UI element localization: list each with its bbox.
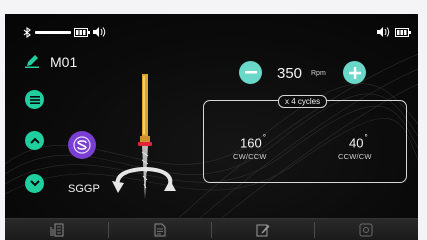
cycles-badge: x 4 cycles (278, 95, 328, 108)
rotation-arrow-icon (112, 167, 176, 193)
chevron-down-icon (29, 180, 40, 187)
battery-icon (74, 28, 90, 37)
sggp-mode-icon (73, 136, 91, 154)
cw-ccw-angle: 160° (240, 133, 266, 151)
ccw-cw-value: 40 (349, 135, 364, 151)
ccw-cw-label: CCW/CW (338, 152, 372, 161)
cw-ccw-value: 160 (240, 135, 262, 151)
tab-settings[interactable] (314, 219, 417, 240)
speed-increase-button[interactable] (343, 61, 366, 84)
volume-icon-right (377, 27, 390, 37)
bluetooth-icon (23, 27, 31, 38)
plus-icon (348, 66, 361, 79)
program-label: M01 (50, 54, 78, 70)
minus-icon (244, 71, 257, 74)
speed-unit: Rpm (311, 70, 326, 77)
settings-icon (359, 223, 372, 237)
cw-ccw-label: CW/CCW (233, 152, 267, 161)
cycles-panel: x 4 cycles 160° CW/CCW 40° CCW/CW (203, 95, 407, 183)
edit-icon (256, 224, 269, 237)
pen-icon[interactable] (25, 54, 39, 68)
mode-button[interactable] (68, 131, 96, 159)
device-screen: M01 SGGP 350 Rpm x 4 cycles 160° CW/CCW … (5, 14, 418, 240)
menu-button[interactable] (25, 90, 44, 109)
bottom-tab-bar (5, 218, 418, 240)
up-button[interactable] (25, 131, 44, 150)
battery-icon-right (395, 28, 411, 37)
ccw-cw-angle: 40° (349, 133, 368, 151)
list-icon (29, 95, 40, 104)
chevron-up-icon (29, 137, 40, 144)
document-icon (154, 223, 165, 237)
tab-document[interactable] (108, 219, 211, 240)
tab-edit[interactable] (211, 219, 314, 240)
volume-icon (93, 27, 106, 37)
file-tool-icon (50, 223, 63, 237)
speed-decrease-button[interactable] (239, 61, 262, 84)
speed-value: 350 (277, 65, 303, 82)
signal-line-icon (35, 31, 71, 34)
mode-label: SGGP (68, 183, 100, 195)
tab-files[interactable] (5, 219, 108, 240)
down-button[interactable] (25, 174, 44, 193)
